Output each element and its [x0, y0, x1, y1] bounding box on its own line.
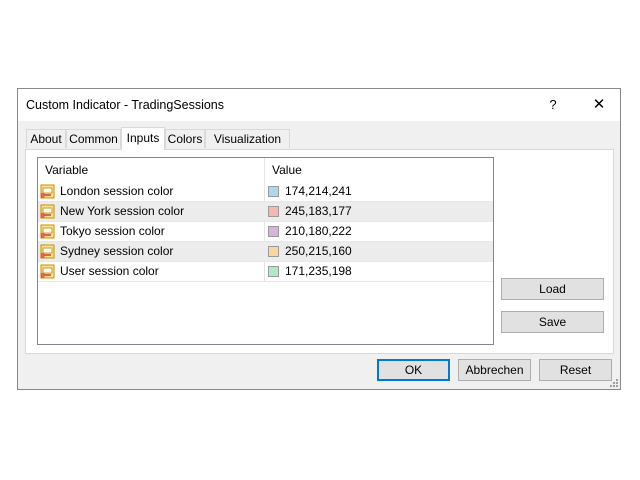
- input-variable-icon: [40, 184, 55, 199]
- title-bar[interactable]: Custom Indicator - TradingSessions ? ✕: [18, 89, 620, 121]
- reset-button[interactable]: Reset: [539, 359, 612, 381]
- color-value: 245,183,177: [285, 204, 352, 218]
- window-title: Custom Indicator - TradingSessions: [26, 98, 225, 112]
- list-header: Variable Value: [38, 158, 493, 182]
- cancel-button[interactable]: Abbrechen: [458, 359, 531, 381]
- close-button[interactable]: ✕: [586, 95, 612, 115]
- variable-name: New York session color: [60, 204, 185, 218]
- color-value: 171,235,198: [285, 264, 352, 278]
- input-variable-icon: [40, 264, 55, 279]
- input-variable-icon: [40, 204, 55, 219]
- color-swatch[interactable]: [268, 266, 279, 277]
- ok-button[interactable]: OK: [377, 359, 450, 381]
- color-swatch[interactable]: [268, 186, 279, 197]
- custom-indicator-dialog: Custom Indicator - TradingSessions ? ✕ A…: [17, 88, 621, 390]
- help-button[interactable]: ?: [540, 95, 566, 115]
- table-row[interactable]: New York session color 245,183,177: [38, 202, 493, 222]
- save-button[interactable]: Save: [501, 311, 604, 333]
- table-row[interactable]: User session color 171,235,198: [38, 262, 493, 282]
- tab-about[interactable]: About: [26, 129, 66, 148]
- input-variable-icon: [40, 244, 55, 259]
- column-header-variable[interactable]: Variable: [38, 158, 264, 182]
- variable-name: Sydney session color: [60, 244, 174, 258]
- table-row[interactable]: Sydney session color 250,215,160: [38, 242, 493, 262]
- color-swatch[interactable]: [268, 206, 279, 217]
- tab-inputs[interactable]: Inputs: [121, 127, 165, 150]
- tab-common[interactable]: Common: [66, 129, 121, 148]
- inputs-panel: Variable Value London session color 174,…: [25, 149, 614, 354]
- input-variable-icon: [40, 224, 55, 239]
- resize-grip-icon[interactable]: [608, 377, 618, 387]
- color-value: 174,214,241: [285, 184, 352, 198]
- variable-name: London session color: [60, 184, 174, 198]
- load-button[interactable]: Load: [501, 278, 604, 300]
- tab-visualization[interactable]: Visualization: [205, 129, 290, 148]
- color-swatch[interactable]: [268, 226, 279, 237]
- color-value: 210,180,222: [285, 224, 352, 238]
- table-row[interactable]: Tokyo session color 210,180,222: [38, 222, 493, 242]
- column-header-value[interactable]: Value: [265, 158, 493, 182]
- variable-name: Tokyo session color: [60, 224, 165, 238]
- inputs-listview[interactable]: Variable Value London session color 174,…: [37, 157, 494, 345]
- tab-colors[interactable]: Colors: [165, 129, 205, 148]
- variable-name: User session color: [60, 264, 159, 278]
- color-swatch[interactable]: [268, 246, 279, 257]
- table-row[interactable]: London session color 174,214,241: [38, 182, 493, 202]
- color-value: 250,215,160: [285, 244, 352, 258]
